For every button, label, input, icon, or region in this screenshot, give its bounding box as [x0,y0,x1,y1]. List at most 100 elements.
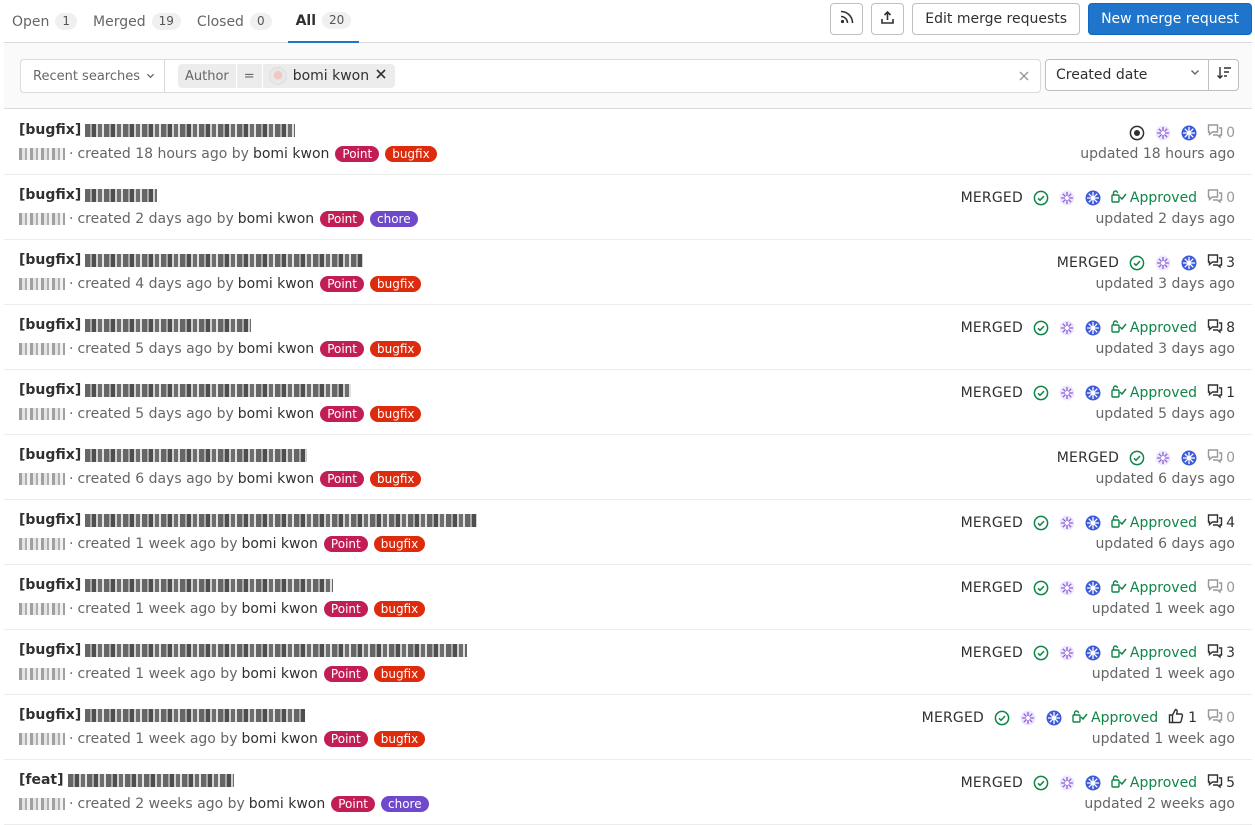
sort-direction-button[interactable] [1208,59,1239,91]
sort-dropdown[interactable]: Created date [1045,59,1209,91]
merge-request-title[interactable]: [bugfix] [19,512,478,528]
reviewer-avatar-icon[interactable] [1085,645,1101,661]
merge-request-title[interactable]: [bugfix] [19,707,306,723]
merge-request-row[interactable]: [bugfix] · created 1 week ago by bomi kwon P… [4,565,1252,630]
pipeline-status-icon[interactable] [994,710,1010,726]
label-point[interactable]: Point [320,276,364,292]
author-link[interactable]: bomi kwon [238,471,314,487]
author-link[interactable]: bomi kwon [253,146,329,162]
pipeline-status-icon[interactable] [1129,450,1145,466]
merge-request-title[interactable]: [bugfix] [19,122,296,138]
comments-link[interactable]: 3 [1207,643,1235,663]
assignee-avatar-icon[interactable] [1059,645,1075,661]
label-point[interactable]: Point [335,146,380,162]
pipeline-status-icon[interactable] [1033,775,1049,791]
recent-searches-dropdown[interactable]: Recent searches [21,60,165,92]
rss-button[interactable] [830,3,864,35]
merge-request-row[interactable]: [bugfix] · created 5 days ago by bomi kwon P… [4,370,1252,435]
pipeline-status-icon[interactable] [1033,580,1049,596]
assignee-avatar-icon[interactable] [1059,515,1075,531]
reviewer-avatar-icon[interactable] [1085,320,1101,336]
label-point[interactable]: Point [331,796,376,812]
pipeline-status-icon[interactable] [1033,385,1049,401]
export-button[interactable] [871,3,905,35]
merge-request-row[interactable]: [bugfix] · created 1 week ago by bomi kwon P… [4,500,1252,565]
label-point[interactable]: Point [323,666,368,682]
author-link[interactable]: bomi kwon [249,796,325,812]
author-link[interactable]: bomi kwon [241,731,317,747]
assignee-avatar-icon[interactable] [1020,710,1036,726]
author-link[interactable]: bomi kwon [238,276,314,292]
label-chore[interactable]: chore [369,211,418,227]
reviewer-avatar-icon[interactable] [1181,450,1197,466]
label-bugfix[interactable]: bugfix [369,341,422,357]
merge-request-row[interactable]: [bugfix] · created 5 days ago by bomi kwon P… [4,305,1252,370]
label-chore[interactable]: chore [381,796,429,812]
reviewer-avatar-icon[interactable] [1085,580,1101,596]
author-link[interactable]: bomi kwon [238,406,314,422]
tab-closed[interactable]: Closed 0 [197,0,280,43]
tab-all[interactable]: All 20 [287,0,360,43]
label-point[interactable]: Point [320,406,364,422]
label-bugfix[interactable]: bugfix [373,731,426,747]
reviewer-avatar-icon[interactable] [1181,125,1197,141]
pipeline-status-icon[interactable] [1033,515,1049,531]
merge-request-title[interactable]: [bugfix] [19,187,158,203]
pipeline-status-icon[interactable] [1129,255,1145,271]
label-point[interactable]: Point [323,601,368,617]
comments-link[interactable]: 0 [1207,578,1235,598]
merge-request-row[interactable]: [feat] · created 2 weeks ago by bomi kwon Po… [4,760,1252,825]
comments-link[interactable]: 5 [1207,773,1235,793]
label-bugfix[interactable]: bugfix [369,276,422,292]
assignee-avatar-icon[interactable] [1155,125,1171,141]
assignee-avatar-icon[interactable] [1059,320,1075,336]
merge-request-row[interactable]: [bugfix] · created 4 days ago by bomi kwon P… [4,240,1252,305]
reviewer-avatar-icon[interactable] [1085,775,1101,791]
label-bugfix[interactable]: bugfix [369,406,422,422]
assignee-avatar-icon[interactable] [1155,255,1171,271]
tab-merged[interactable]: Merged 19 [93,0,189,43]
author-link[interactable]: bomi kwon [238,341,314,357]
merge-request-title[interactable]: [bugfix] [19,447,308,463]
author-link[interactable]: bomi kwon [238,211,314,227]
author-link[interactable]: bomi kwon [241,601,317,617]
author-filter-token[interactable]: Author = bomi kwon [178,64,396,88]
merge-request-title[interactable]: [bugfix] [19,577,334,593]
pipeline-status-icon[interactable] [1033,645,1049,661]
comments-link[interactable]: 1 [1207,383,1235,403]
pipeline-status-icon[interactable] [1129,125,1145,141]
label-point[interactable]: Point [323,536,368,552]
label-point[interactable]: Point [320,211,364,227]
close-icon[interactable] [375,68,387,84]
reviewer-avatar-icon[interactable] [1085,190,1101,206]
new-merge-request-button[interactable]: New merge request [1088,3,1252,35]
comments-link[interactable]: 0 [1207,448,1235,468]
label-bugfix[interactable]: bugfix [373,536,426,552]
merge-request-title[interactable]: [bugfix] [19,382,352,398]
comments-link[interactable]: 4 [1207,513,1235,533]
comments-link[interactable]: 3 [1207,253,1235,273]
assignee-avatar-icon[interactable] [1059,190,1075,206]
merge-request-row[interactable]: [bugfix] · created 1 week ago by bomi kwon P… [4,630,1252,695]
tab-open[interactable]: Open 1 [12,0,85,43]
pipeline-status-icon[interactable] [1033,190,1049,206]
comments-link[interactable]: 0 [1207,708,1235,728]
merge-request-row[interactable]: [bugfix] · created 18 hours ago by bomi kwo… [4,110,1252,175]
label-bugfix[interactable]: bugfix [369,471,422,487]
assignee-avatar-icon[interactable] [1155,450,1171,466]
pipeline-status-icon[interactable] [1033,320,1049,336]
merge-request-row[interactable]: [bugfix] · created 1 week ago by bomi kwon P… [4,695,1252,760]
edit-merge-requests-button[interactable]: Edit merge requests [912,3,1081,35]
merge-request-title[interactable]: [bugfix] [19,317,252,333]
reviewer-avatar-icon[interactable] [1085,385,1101,401]
author-link[interactable]: bomi kwon [241,536,317,552]
merge-request-title[interactable]: [bugfix] [19,252,364,268]
label-point[interactable]: Point [323,731,368,747]
merge-request-row[interactable]: [bugfix] · created 2 days ago by bomi kwon P… [4,175,1252,240]
assignee-avatar-icon[interactable] [1059,385,1075,401]
label-bugfix[interactable]: bugfix [373,666,426,682]
label-point[interactable]: Point [320,341,364,357]
assignee-avatar-icon[interactable] [1059,775,1075,791]
assignee-avatar-icon[interactable] [1059,580,1075,596]
filtered-search-input[interactable]: Recent searches Author = bomi kwon [20,59,1041,93]
